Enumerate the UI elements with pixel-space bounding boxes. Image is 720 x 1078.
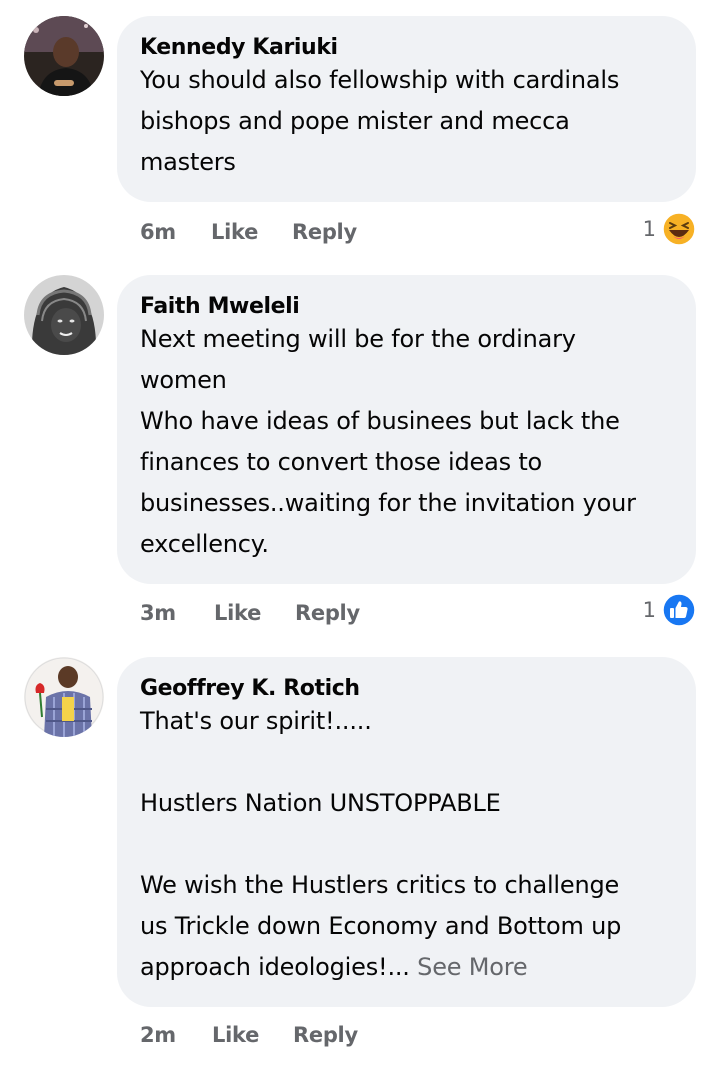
comment-time[interactable]: 3m [140,601,176,625]
like-button[interactable]: Like [214,601,261,625]
avatar[interactable] [24,16,104,96]
avatar[interactable] [24,275,104,355]
comment-text: Next meeting will be for the ordinary wo… [140,325,636,558]
reaction-count: 1 [642,598,656,622]
like-button[interactable]: Like [211,220,258,244]
comment-text: You should also fellowship with cardinal… [140,66,620,176]
like-reaction-icon [662,593,696,627]
comment-author[interactable]: Geoffrey K. Rotich [140,675,672,703]
avatar-photo [24,657,104,737]
comment-text-body: That's our spirit!..... Hustlers Nation … [140,707,622,981]
comment-time[interactable]: 2m [140,1023,176,1047]
reaction-count: 1 [642,217,656,241]
avatar-photo [24,16,104,96]
haha-reaction-icon [662,212,696,246]
avatar[interactable] [24,657,104,737]
avatar-photo [24,275,104,355]
reaction-summary[interactable]: 1 [643,593,696,627]
comment-author[interactable]: Kennedy Kariuki [140,34,672,62]
reaction-summary[interactable]: 1 [643,212,696,246]
comment-time[interactable]: 6m [140,220,176,244]
comment-bubble: Faith Mweleli Next meeting will be for t… [117,275,696,584]
comment-bubble: Geoffrey K. Rotich That's our spirit!...… [117,657,696,1007]
comment-text: That's our spirit!..... Hustlers Nation … [140,701,672,988]
reply-button[interactable]: Reply [295,601,360,625]
like-button[interactable]: Like [212,1023,259,1047]
reply-button[interactable]: Reply [292,220,357,244]
comment-bubble: Kennedy Kariuki You should also fellowsh… [117,16,696,202]
reply-button[interactable]: Reply [293,1023,358,1047]
comment-author[interactable]: Faith Mweleli [140,293,672,321]
see-more-link[interactable]: See More [417,953,527,981]
